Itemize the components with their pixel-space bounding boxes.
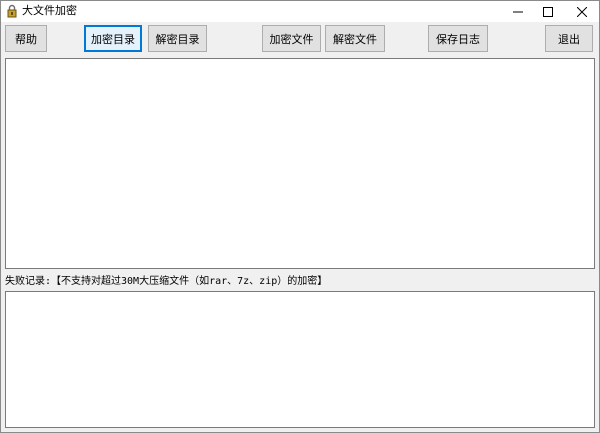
close-icon [577, 6, 587, 17]
decrypt-file-button[interactable]: 解密文件 [325, 25, 385, 52]
fail-record-label: 失败记录:【不支持对超过30M大压缩文件（如rar、7z、zip）的加密】 [5, 276, 328, 287]
main-log-textarea[interactable] [5, 58, 595, 269]
window-title: 大文件加密 [22, 4, 77, 17]
minimize-icon [513, 11, 523, 12]
encrypt-file-button[interactable]: 加密文件 [262, 25, 321, 52]
maximize-button[interactable] [533, 1, 563, 22]
app-window: 大文件加密 帮助 加密目录 解密目录 加密文件 解密文件 保存日志 退出 失败记… [0, 0, 600, 433]
title-bar[interactable]: 大文件加密 [1, 1, 599, 22]
help-button[interactable]: 帮助 [5, 25, 47, 52]
decrypt-directory-button[interactable]: 解密目录 [148, 25, 207, 52]
minimize-button[interactable] [503, 1, 533, 22]
fail-record-textarea[interactable] [5, 291, 595, 428]
encrypt-directory-button[interactable]: 加密目录 [84, 25, 142, 52]
maximize-icon [543, 6, 553, 17]
app-icon [7, 4, 17, 18]
close-button[interactable] [567, 1, 597, 22]
save-log-button[interactable]: 保存日志 [428, 25, 488, 52]
exit-button[interactable]: 退出 [545, 25, 593, 52]
